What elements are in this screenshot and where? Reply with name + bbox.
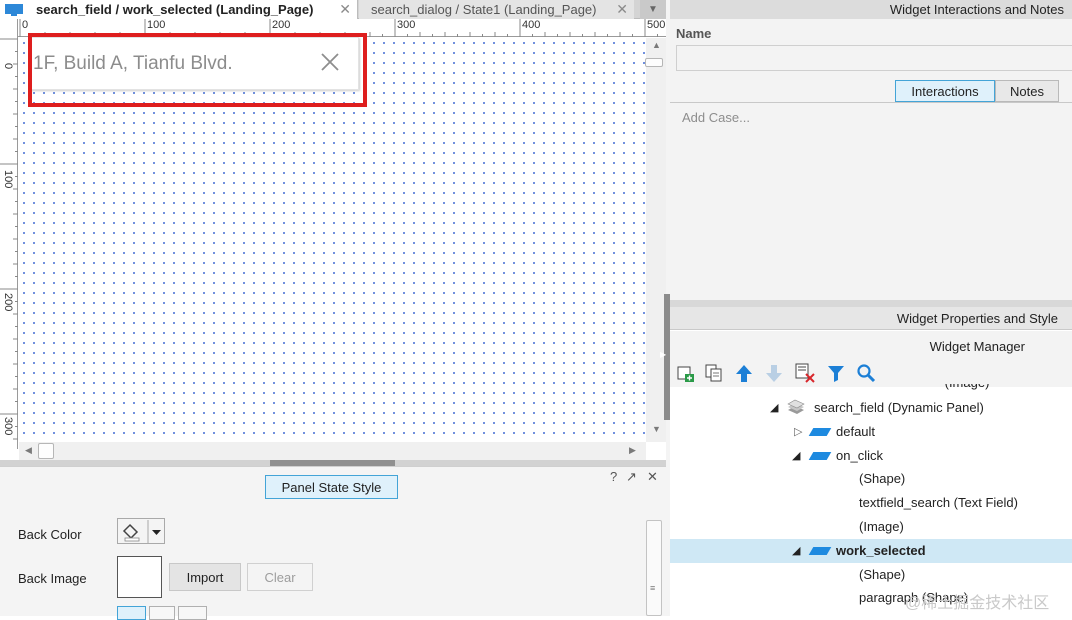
tree-item-label: (Shape) <box>859 471 906 486</box>
grip-icon: ≡ <box>650 583 656 593</box>
divider <box>670 102 1072 103</box>
widget-properties-header[interactable]: Widget Properties and Style <box>670 307 1072 330</box>
name-label: Name <box>676 26 712 41</box>
tree-row[interactable]: ◢ on_click <box>670 444 1072 468</box>
watermark: @稀土掘金技术社区 <box>905 595 1050 612</box>
tree-row[interactable]: ◢ search_field (Dynamic Panel) <box>670 396 1072 420</box>
widget-manager-header: Widget Manager <box>670 331 1072 361</box>
close-tab-icon[interactable]: ✕ <box>339 1 351 18</box>
tab-panel-state-style[interactable]: Panel State Style <box>265 475 398 499</box>
tab-interactions[interactable]: Interactions <box>895 80 995 102</box>
scroll-thumb[interactable] <box>645 58 663 67</box>
tree-item-label: search_field (Dynamic Panel) <box>814 400 984 415</box>
vertical-ruler: 0 100 200 300 <box>0 19 18 449</box>
tree-row[interactable]: (Shape) <box>670 467 1072 491</box>
ruler-label: 400 <box>522 19 541 31</box>
tree-row[interactable]: textfield_search (Text Field) <box>670 491 1072 515</box>
tree-item-label: default <box>836 424 876 439</box>
pane-splitter[interactable] <box>670 300 1072 307</box>
expand-arrow-icon[interactable]: ◢ <box>792 449 800 462</box>
import-button-label: Import <box>186 569 224 585</box>
dynamic-panel-icon <box>787 399 805 414</box>
fill-bucket-icon <box>122 520 161 544</box>
scroll-left-icon[interactable]: ◀ <box>25 445 32 456</box>
filter-icon[interactable] <box>825 362 847 384</box>
tab-overflow-chevron-icon[interactable]: ▼ <box>640 0 666 19</box>
scroll-thumb[interactable]: ≡ <box>646 520 662 616</box>
tree-clipped-row: — (Image) <box>670 384 1072 390</box>
ruler-label: 300 <box>2 417 14 436</box>
move-down-icon[interactable] <box>763 362 785 384</box>
align-right-button[interactable] <box>178 606 207 620</box>
state-icon <box>808 452 832 460</box>
scroll-right-icon[interactable]: ▶ <box>629 445 636 456</box>
tree-item-label: work_selected <box>836 543 926 558</box>
state-icon <box>808 547 832 555</box>
tree-item-label: on_click <box>836 448 883 463</box>
collapse-arrow-icon[interactable]: ▶ <box>660 350 666 359</box>
ruler-label: 200 <box>272 19 291 31</box>
ruler-label: 0 <box>22 19 29 31</box>
pane-header: Widget Interactions and Notes <box>670 0 1072 19</box>
ruler-ticks <box>0 38 18 440</box>
close-pane-icon[interactable]: ✕ <box>647 469 658 485</box>
add-case-link[interactable]: Add Case... <box>682 110 750 125</box>
ruler-label: 500 <box>647 19 666 31</box>
tab-notes[interactable]: Notes <box>995 80 1059 102</box>
scroll-up-icon[interactable]: ▲ <box>652 40 661 50</box>
close-tab-icon[interactable]: ✕ <box>616 1 628 18</box>
clear-button-label: Clear <box>264 569 296 585</box>
ruler-label: 100 <box>147 19 166 31</box>
canvas-vertical-scrollbar[interactable]: ▲ ▼ <box>646 38 666 442</box>
tree-row-selected[interactable]: ◢ work_selected <box>670 539 1072 563</box>
tree-item-label: (Image) <box>859 519 904 534</box>
back-image-label: Back Image <box>18 571 87 586</box>
tab-label: search_field / work_selected (Landing_Pa… <box>36 2 314 17</box>
ruler-label: 0 <box>2 63 14 70</box>
back-color-picker[interactable] <box>117 518 165 544</box>
pane-header-title: Widget Properties and Style <box>896 310 1058 326</box>
expand-arrow-icon[interactable]: ◢ <box>792 544 800 557</box>
pane-header-title: Widget Manager <box>929 338 1025 354</box>
tree-row[interactable]: (Image) <box>670 515 1072 539</box>
tab-label: search_dialog / State1 (Landing_Page) <box>371 2 597 17</box>
selection-highlight <box>28 33 367 107</box>
ruler-label: 300 <box>397 19 416 31</box>
tree-item-label: textfield_search (Text Field) <box>859 495 1018 510</box>
tree-item-label: (Shape) <box>859 567 906 582</box>
collapsed-arrow-icon[interactable]: ▷ <box>794 425 802 438</box>
ruler-label: 100 <box>2 170 14 189</box>
tab-label: Panel State Style <box>281 479 382 495</box>
clear-button[interactable]: Clear <box>247 563 313 591</box>
tab-label: Interactions <box>911 83 979 99</box>
page-icon <box>5 4 23 16</box>
tab-search-dialog-state1[interactable]: search_dialog / State1 (Landing_Page) ✕ <box>359 0 634 19</box>
expand-arrow-icon[interactable]: ◢ <box>770 401 778 414</box>
canvas-horizontal-scrollbar[interactable]: ◀ ▶ <box>19 442 646 460</box>
tree-row[interactable]: (Shape) <box>670 563 1072 587</box>
move-up-icon[interactable] <box>733 362 755 384</box>
ruler-label: 200 <box>2 293 14 312</box>
add-state-icon[interactable] <box>674 362 696 384</box>
delete-icon[interactable] <box>794 362 816 384</box>
scroll-down-icon[interactable]: ▼ <box>652 424 661 434</box>
back-color-label: Back Color <box>18 527 82 542</box>
tab-label: Notes <box>1010 83 1044 99</box>
help-icon[interactable]: ? <box>610 469 617 484</box>
name-input[interactable] <box>676 45 1072 71</box>
duplicate-icon[interactable] <box>703 362 725 384</box>
scroll-thumb[interactable] <box>38 443 54 459</box>
popout-icon[interactable]: ↗ <box>626 469 637 485</box>
import-button[interactable]: Import <box>169 563 241 591</box>
tab-search-field-work-selected[interactable]: search_field / work_selected (Landing_Pa… <box>0 0 358 19</box>
pane-header-title: Widget Interactions and Notes <box>889 2 1064 17</box>
state-icon <box>808 428 832 436</box>
back-image-preview[interactable] <box>117 556 162 598</box>
align-left-button[interactable] <box>117 606 146 620</box>
search-icon[interactable] <box>855 362 877 384</box>
align-center-button[interactable] <box>149 606 175 620</box>
tree-row[interactable]: ▷ default <box>670 420 1072 444</box>
